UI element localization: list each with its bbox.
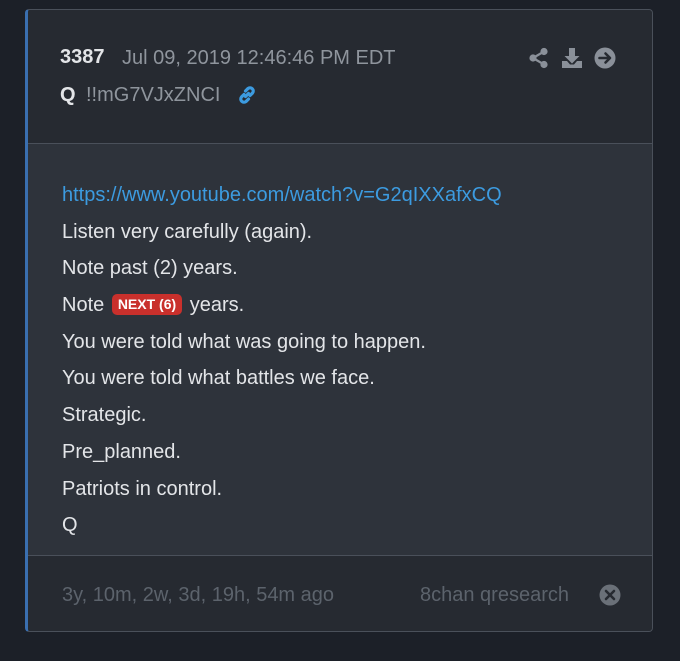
time-ago: 3y, 10m, 2w, 3d, 19h, 54m ago [62, 584, 335, 606]
message-line: Pre_planned. [62, 440, 181, 463]
message-line: You were told what was going to happen. [62, 330, 426, 353]
message-line: Note past (2) years. [62, 257, 238, 280]
youtube-link[interactable]: https://www.youtube.com/watch?v=G2qIXXaf… [62, 184, 502, 206]
arrow-circle-right-icon[interactable] [594, 47, 616, 69]
message-line: You were told what battles we face. [62, 367, 375, 390]
author-name: Q [60, 84, 76, 106]
close-circle-icon[interactable] [599, 584, 621, 606]
tripcode: !!mG7VJxZNCI [86, 84, 221, 106]
message-line: Listen very carefully (again). [62, 220, 313, 243]
url-line: https://www.youtube.com/watch?v=G2qIXXaf… [62, 182, 502, 219]
message-line: Strategic. [62, 404, 147, 427]
post-body: https://www.youtube.com/watch?v=G2qIXXaf… [28, 144, 652, 556]
message-line-with-badge: Note NEXT (6) years. [62, 292, 502, 329]
download-icon[interactable] [561, 47, 583, 69]
share-icon[interactable] [528, 47, 550, 69]
message-line: Q [62, 514, 78, 537]
post-message: https://www.youtube.com/watch?v=G2qIXXaf… [62, 182, 502, 549]
message-line: Patriots in control. [62, 477, 223, 500]
message-text: Note [62, 294, 105, 317]
link-icon[interactable] [235, 83, 259, 107]
post-card: 3387 Jul 09, 2019 12:46:46 PM EDT Q !!mG… [25, 9, 653, 632]
post-number[interactable]: 3387 [60, 46, 105, 69]
source-board: 8chan qresearch [420, 584, 569, 606]
post-footer: 3y, 10m, 2w, 3d, 19h, 54m ago 8chan qres… [28, 556, 652, 631]
next-badge[interactable]: NEXT (6) [111, 294, 183, 316]
post-header: 3387 Jul 09, 2019 12:46:46 PM EDT Q !!mG… [28, 10, 652, 144]
post-date: Jul 09, 2019 12:46:46 PM EDT [122, 47, 396, 69]
message-text: years. [189, 294, 245, 317]
